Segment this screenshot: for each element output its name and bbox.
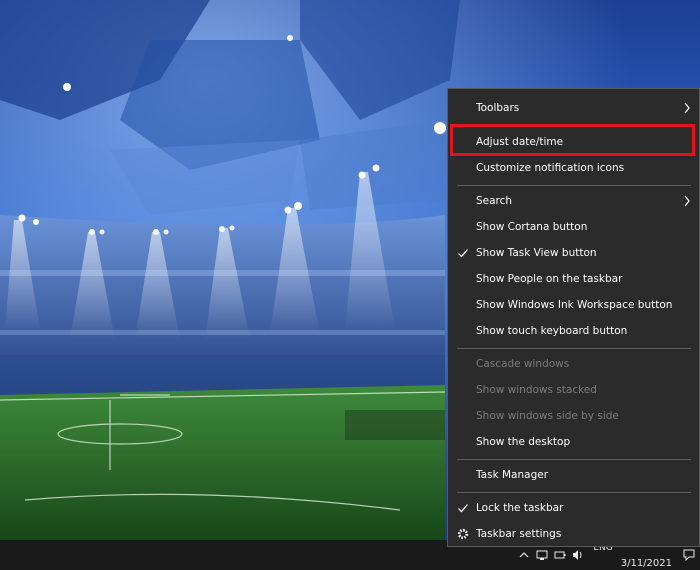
menu-item-taskbar-settings[interactable]: Taskbar settings: [448, 522, 699, 546]
taskbar-context-menu: Toolbars Adjust date/time Customize noti…: [447, 88, 700, 547]
menu-separator: [457, 348, 691, 349]
menu-item-show-touch-keyboard-button[interactable]: Show touch keyboard button: [448, 319, 699, 343]
menu-item-show-the-desktop[interactable]: Show the desktop: [448, 430, 699, 454]
menu-item-show-people-on-taskbar[interactable]: Show People on the taskbar: [448, 267, 699, 291]
menu-item-label: Toolbars: [476, 102, 520, 114]
menu-item-show-windows-ink-workspace-button[interactable]: Show Windows Ink Workspace button: [448, 293, 699, 317]
checkmark-icon: [458, 504, 468, 513]
menu-item-label: Customize notification icons: [476, 162, 625, 174]
menu-separator: [457, 185, 691, 186]
menu-item-show-task-view-button[interactable]: Show Task View button: [448, 241, 699, 265]
menu-item-task-manager[interactable]: Task Manager: [448, 463, 699, 487]
menu-item-label: Search: [476, 195, 513, 207]
menu-item-adjust-date-time[interactable]: Adjust date/time: [448, 130, 699, 154]
desktop: ENG 3/11/2021 Toolbars Adjust date/time …: [0, 0, 700, 570]
gear-icon: [457, 528, 469, 540]
menu-item-label: Show Cortana button: [476, 221, 588, 233]
menu-item-label: Cascade windows: [476, 358, 570, 370]
menu-item-label: Show People on the taskbar: [476, 273, 623, 285]
menu-separator: [457, 459, 691, 460]
clock-date[interactable]: 3/11/2021: [619, 558, 678, 569]
menu-item-search[interactable]: Search: [448, 189, 699, 213]
menu-item-toolbars[interactable]: Toolbars: [448, 96, 699, 120]
checkmark-icon: [458, 249, 468, 258]
menu-item-show-windows-side-by-side: Show windows side by side: [448, 404, 699, 428]
menu-item-label: Show windows side by side: [476, 410, 619, 422]
menu-item-label: Show windows stacked: [476, 384, 597, 396]
menu-item-label: Show the desktop: [476, 436, 571, 448]
menu-item-cascade-windows: Cascade windows: [448, 352, 699, 376]
menu-item-label: Show Task View button: [476, 247, 597, 259]
menu-item-customize-notification-icons[interactable]: Customize notification icons: [448, 156, 699, 180]
chevron-right-icon: [684, 102, 690, 114]
menu-item-show-cortana-button[interactable]: Show Cortana button: [448, 215, 699, 239]
menu-separator: [457, 492, 691, 493]
menu-item-show-windows-stacked: Show windows stacked: [448, 378, 699, 402]
menu-item-label: Taskbar settings: [476, 528, 562, 540]
menu-item-lock-the-taskbar[interactable]: Lock the taskbar: [448, 496, 699, 520]
menu-item-label: Show Windows Ink Workspace button: [476, 299, 673, 311]
menu-item-label: Show touch keyboard button: [476, 325, 628, 337]
menu-item-label: Lock the taskbar: [476, 502, 564, 514]
menu-item-label: Task Manager: [476, 469, 549, 481]
chevron-right-icon: [684, 195, 690, 207]
menu-item-label: Adjust date/time: [476, 136, 564, 148]
